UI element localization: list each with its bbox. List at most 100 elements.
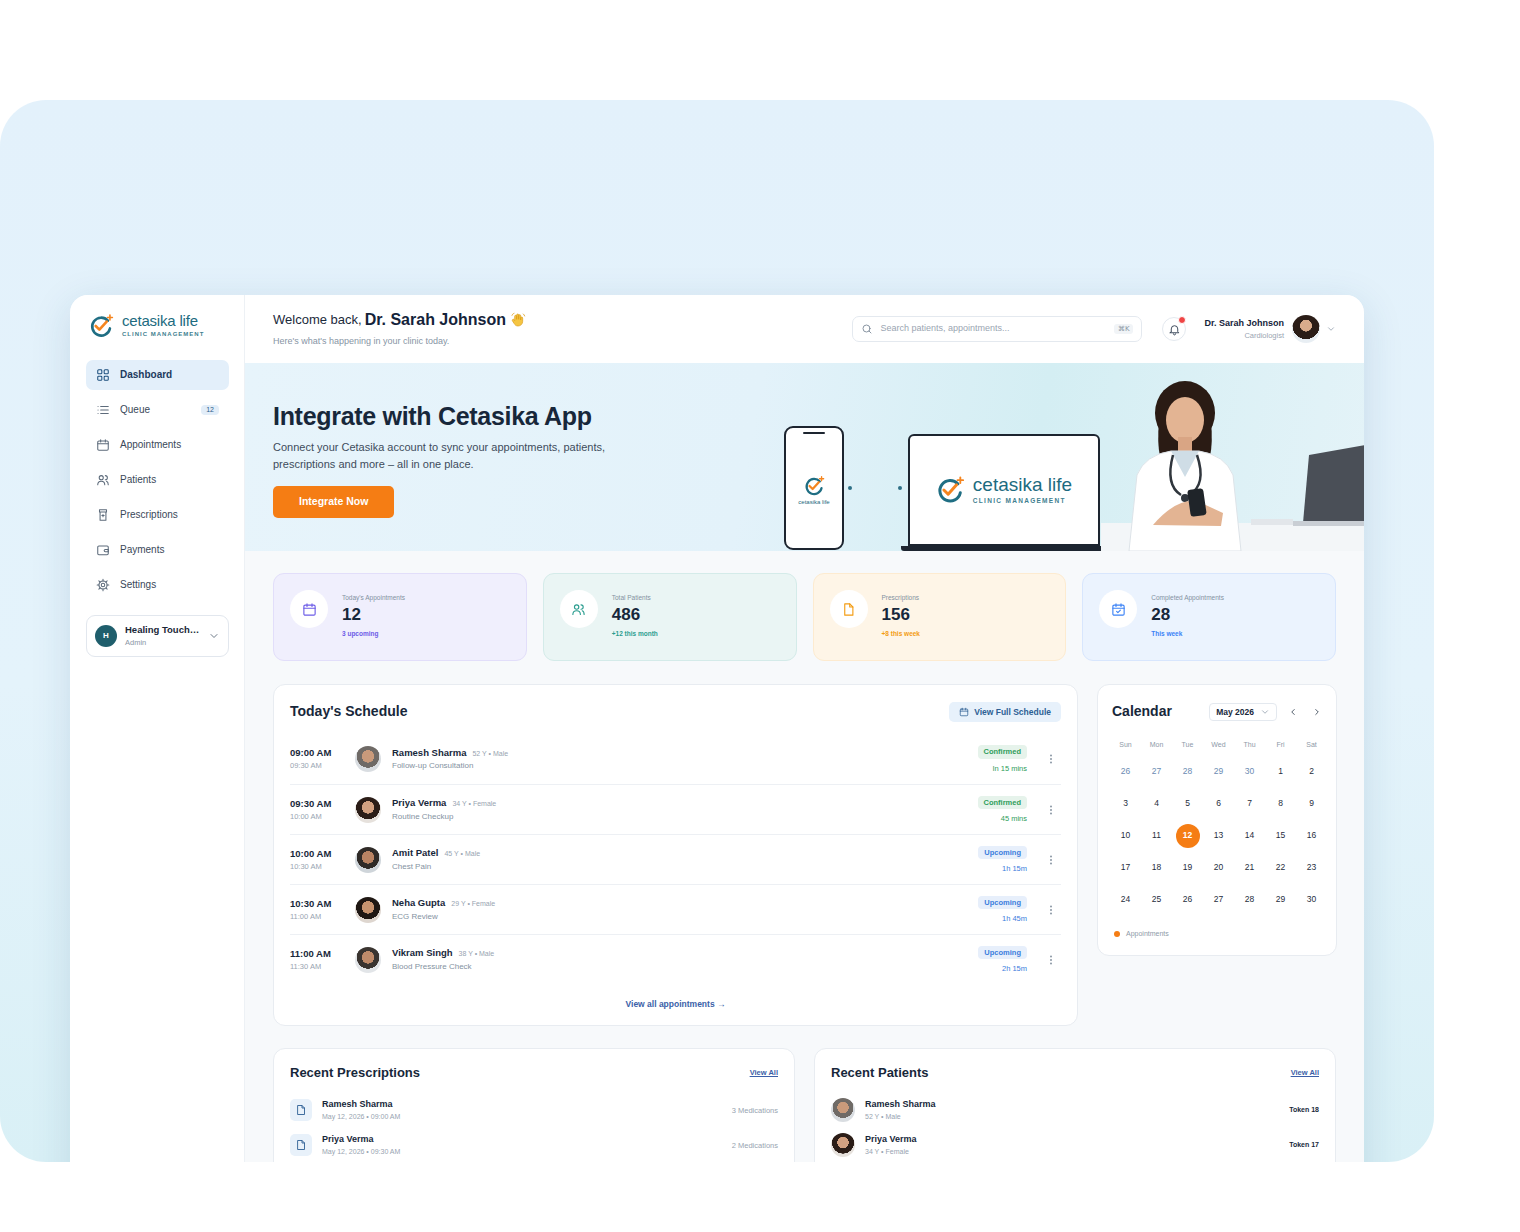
schedule-row[interactable]: 09:00 AM09:30 AMRamesh Sharma52 Y • Male…: [290, 734, 1061, 784]
more-button[interactable]: [1041, 904, 1061, 916]
calendar-day[interactable]: 28: [1172, 756, 1203, 788]
schedule-row[interactable]: 09:30 AM10:00 AMPriya Verma34 Y • Female…: [290, 784, 1061, 834]
day-number[interactable]: 29: [1269, 888, 1293, 912]
day-number[interactable]: 8: [1269, 792, 1293, 816]
calendar-day[interactable]: 7: [1234, 788, 1265, 820]
day-number[interactable]: 20: [1207, 856, 1231, 880]
calendar-day[interactable]: 23: [1296, 852, 1327, 884]
day-number[interactable]: 26: [1176, 888, 1200, 912]
sidebar-item[interactable]: Settings: [86, 570, 229, 600]
sidebar-item[interactable]: Prescriptions: [86, 500, 229, 530]
day-number[interactable]: 5: [1176, 792, 1200, 816]
calendar-day[interactable]: 18: [1141, 852, 1172, 884]
prescription-row[interactable]: Priya VermaMay 12, 2026 • 09:30 AM2 Medi…: [290, 1128, 778, 1162]
next-month-button[interactable]: [1309, 704, 1325, 720]
patient-row[interactable]: Priya Verma34 Y • FemaleToken 17: [831, 1128, 1319, 1162]
patient-row[interactable]: Ramesh Sharma52 Y • MaleToken 18: [831, 1093, 1319, 1128]
calendar-day[interactable]: 4: [1141, 788, 1172, 820]
calendar-day[interactable]: 27: [1141, 756, 1172, 788]
schedule-row[interactable]: 10:00 AM10:30 AMAmit Patel45 Y • MaleChe…: [290, 834, 1061, 884]
day-number[interactable]: 19: [1176, 856, 1200, 880]
calendar-day[interactable]: 26: [1172, 884, 1203, 916]
calendar-day[interactable]: 1: [1265, 756, 1296, 788]
sidebar-item-label[interactable]: Settings: [120, 579, 219, 592]
sidebar-item-label[interactable]: Queue: [120, 404, 191, 417]
day-number[interactable]: 30: [1300, 888, 1324, 912]
prescription-row[interactable]: Ramesh SharmaMay 12, 2026 • 09:00 AM3 Me…: [290, 1093, 778, 1128]
sidebar-item[interactable]: Appointments: [86, 430, 229, 460]
calendar-day[interactable]: 9: [1296, 788, 1327, 820]
integrate-button[interactable]: Integrate Now: [273, 486, 394, 518]
notifications-button[interactable]: [1162, 317, 1186, 341]
month-select[interactable]: May 2026: [1209, 703, 1277, 722]
day-number[interactable]: 9: [1300, 792, 1324, 816]
day-number[interactable]: 22: [1269, 856, 1293, 880]
calendar-day[interactable]: 28: [1234, 884, 1265, 916]
day-number[interactable]: 29: [1207, 760, 1231, 784]
calendar-day[interactable]: 10: [1110, 820, 1141, 852]
calendar-day[interactable]: 30: [1234, 756, 1265, 788]
day-number[interactable]: 18: [1145, 856, 1169, 880]
schedule-row[interactable]: 11:00 AM11:30 AMVikram Singh38 Y • MaleB…: [290, 934, 1061, 984]
calendar-day[interactable]: 5: [1172, 788, 1203, 820]
day-number[interactable]: 17: [1114, 856, 1138, 880]
clinic-switcher[interactable]: HHealing Touch…Admin: [86, 615, 229, 657]
schedule-row[interactable]: 10:30 AM11:00 AMNeha Gupta29 Y • FemaleE…: [290, 884, 1061, 934]
calendar-day[interactable]: 25: [1141, 884, 1172, 916]
calendar-day[interactable]: 13: [1203, 820, 1234, 852]
calendar-day[interactable]: 6: [1203, 788, 1234, 820]
calendar-day[interactable]: 16: [1296, 820, 1327, 852]
day-number[interactable]: 3: [1114, 792, 1138, 816]
day-number[interactable]: 6: [1207, 792, 1231, 816]
calendar-day[interactable]: 12: [1172, 820, 1203, 852]
calendar-day[interactable]: 21: [1234, 852, 1265, 884]
day-number[interactable]: 7: [1238, 792, 1262, 816]
day-number[interactable]: 2: [1300, 760, 1324, 784]
day-number[interactable]: 25: [1145, 888, 1169, 912]
sidebar-item[interactable]: Patients: [86, 465, 229, 495]
sidebar-item-label[interactable]: Dashboard: [120, 369, 219, 382]
calendar-day[interactable]: 30: [1296, 884, 1327, 916]
full-schedule-label[interactable]: View Full Schedule: [974, 707, 1051, 718]
calendar-day[interactable]: 27: [1203, 884, 1234, 916]
day-number[interactable]: 16: [1300, 824, 1324, 848]
day-number[interactable]: 27: [1145, 760, 1169, 784]
day-number[interactable]: 14: [1238, 824, 1262, 848]
view-all-link[interactable]: View All: [1291, 1068, 1319, 1077]
day-number[interactable]: 4: [1145, 792, 1169, 816]
full-schedule-button[interactable]: View Full Schedule: [949, 702, 1061, 723]
month-label[interactable]: May 2026: [1216, 707, 1254, 718]
sidebar-item-label[interactable]: Appointments: [120, 439, 219, 452]
day-number[interactable]: 12: [1176, 824, 1200, 848]
day-number[interactable]: 26: [1114, 760, 1138, 784]
calendar-day[interactable]: 26: [1110, 756, 1141, 788]
user-menu[interactable]: Dr. Sarah JohnsonCardiologist: [1204, 315, 1336, 343]
sidebar-item[interactable]: Queue12: [86, 395, 229, 425]
day-number[interactable]: 15: [1269, 824, 1293, 848]
calendar-day[interactable]: 19: [1172, 852, 1203, 884]
calendar-day[interactable]: 2: [1296, 756, 1327, 788]
day-number[interactable]: 23: [1300, 856, 1324, 880]
sidebar-item-label[interactable]: Payments: [120, 544, 219, 557]
more-button[interactable]: [1041, 854, 1061, 866]
sidebar-item[interactable]: Dashboard: [86, 360, 229, 390]
day-number[interactable]: 28: [1238, 888, 1262, 912]
more-button[interactable]: [1041, 753, 1061, 765]
prev-month-button[interactable]: [1285, 704, 1301, 720]
day-number[interactable]: 21: [1238, 856, 1262, 880]
day-number[interactable]: 11: [1145, 824, 1169, 848]
day-number[interactable]: 1: [1269, 760, 1293, 784]
sidebar-item-label[interactable]: Prescriptions: [120, 509, 219, 522]
calendar-day[interactable]: 24: [1110, 884, 1141, 916]
calendar-day[interactable]: 8: [1265, 788, 1296, 820]
calendar-day[interactable]: 3: [1110, 788, 1141, 820]
view-all-link[interactable]: View All: [750, 1068, 778, 1077]
sidebar-item-label[interactable]: Patients: [120, 474, 219, 487]
calendar-day[interactable]: 29: [1203, 756, 1234, 788]
day-number[interactable]: 30: [1238, 760, 1262, 784]
day-number[interactable]: 10: [1114, 824, 1138, 848]
more-button[interactable]: [1041, 954, 1061, 966]
calendar-day[interactable]: 17: [1110, 852, 1141, 884]
calendar-day[interactable]: 11: [1141, 820, 1172, 852]
search-box[interactable]: ⌘K: [852, 316, 1142, 342]
